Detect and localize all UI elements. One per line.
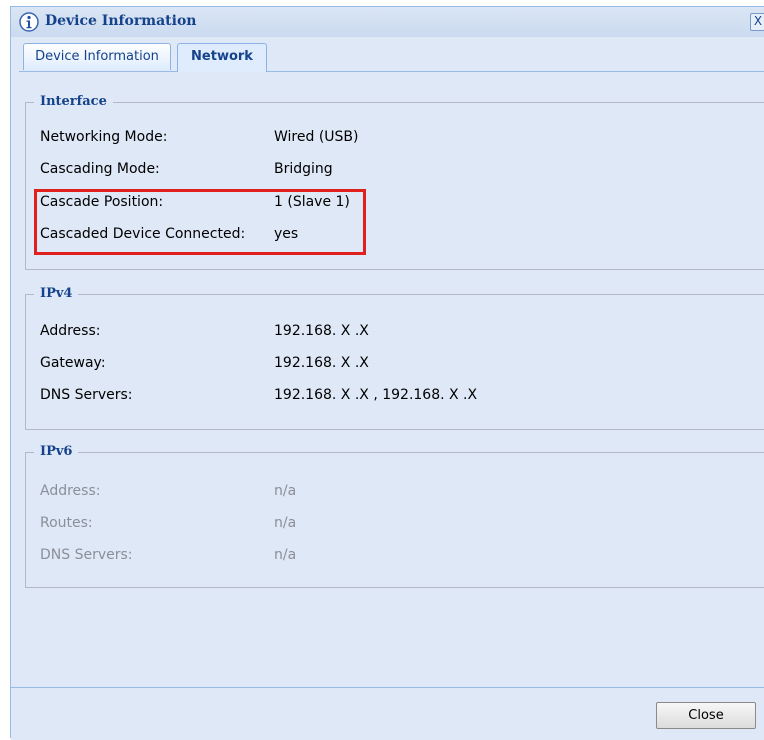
networking-mode-label: Networking Mode: xyxy=(40,129,168,145)
ipv4-gateway-row: Gateway: 192.168. X .X xyxy=(40,355,740,375)
network-panel: Interface Networking Mode: Wired (USB) C… xyxy=(11,72,764,687)
ipv6-routes-label: Routes: xyxy=(40,515,93,531)
dialog-footer: Close xyxy=(11,687,764,740)
ipv4-group: IPv4 Address: 192.168. X .X Gateway: 192… xyxy=(25,286,764,430)
ipv4-address-label: Address: xyxy=(40,323,101,339)
info-icon xyxy=(19,12,39,32)
ipv4-gateway-value: 192.168. X .X xyxy=(274,355,369,371)
tab-device-information[interactable]: Device Information xyxy=(23,43,171,70)
cascading-mode-row: Cascading Mode: Bridging xyxy=(40,161,740,181)
ipv6-address-label: Address: xyxy=(40,483,101,499)
networking-mode-row: Networking Mode: Wired (USB) xyxy=(40,129,740,149)
ipv6-routes-value: n/a xyxy=(274,515,297,531)
ipv6-dns-servers-value: n/a xyxy=(274,547,297,563)
close-button[interactable]: Close xyxy=(656,702,756,729)
cascading-mode-value: Bridging xyxy=(274,161,333,177)
ipv4-dns-servers-row: DNS Servers: 192.168. X .X , 192.168. X … xyxy=(40,387,740,407)
interface-legend: Interface xyxy=(34,94,113,109)
ipv6-dns-servers-label: DNS Servers: xyxy=(40,547,133,563)
interface-group: Interface Networking Mode: Wired (USB) C… xyxy=(25,94,764,270)
ipv4-legend: IPv4 xyxy=(34,286,79,301)
ipv4-gateway-label: Gateway: xyxy=(40,355,106,371)
ipv4-dns-servers-value: 192.168. X .X , 192.168. X .X xyxy=(274,387,478,403)
ipv6-address-value: n/a xyxy=(274,483,297,499)
ipv6-group: IPv6 Address: n/a Routes: n/a DNS Server… xyxy=(25,444,764,588)
cascading-mode-label: Cascading Mode: xyxy=(40,161,160,177)
dialog-title: Device Information xyxy=(45,13,197,29)
close-icon[interactable]: X xyxy=(750,13,764,31)
ipv6-legend: IPv6 xyxy=(34,444,79,459)
ipv4-address-row: Address: 192.168. X .X xyxy=(40,323,740,343)
ipv4-address-value: 192.168. X .X xyxy=(274,323,369,339)
tab-network[interactable]: Network xyxy=(177,43,267,72)
device-information-dialog: Device Information X Device Information … xyxy=(10,6,764,740)
highlight-annotation-box xyxy=(34,189,366,255)
networking-mode-value: Wired (USB) xyxy=(274,129,359,145)
ipv4-dns-servers-label: DNS Servers: xyxy=(40,387,133,403)
ipv6-routes-row: Routes: n/a xyxy=(40,515,740,535)
ipv6-address-row: Address: n/a xyxy=(40,483,740,503)
ipv6-dns-servers-row: DNS Servers: n/a xyxy=(40,547,740,567)
tab-bar: Device Information Network xyxy=(19,43,764,72)
dialog-titlebar[interactable]: Device Information X xyxy=(11,7,764,37)
